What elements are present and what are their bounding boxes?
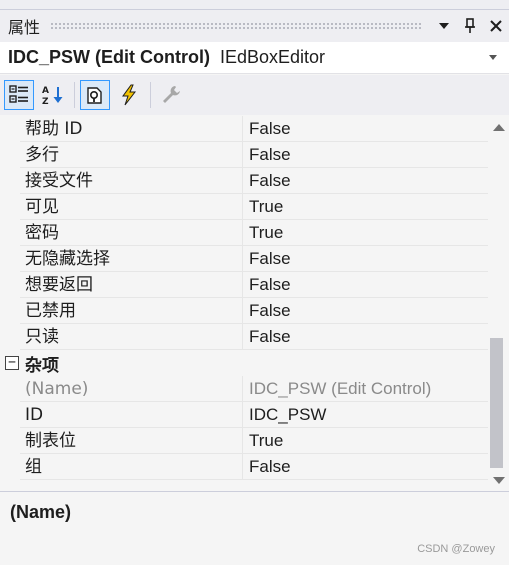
category-label: 杂项 bbox=[25, 355, 59, 376]
property-name: 只读 bbox=[20, 324, 242, 350]
lightning-icon bbox=[122, 84, 137, 106]
property-value[interactable]: False bbox=[242, 298, 488, 324]
scroll-down-arrow-icon[interactable] bbox=[493, 477, 505, 484]
property-pages-button[interactable] bbox=[156, 80, 186, 110]
property-name: 可见 bbox=[20, 194, 242, 220]
property-name: 接受文件 bbox=[20, 168, 242, 194]
sort-az-icon: A Z bbox=[42, 86, 63, 106]
chevron-down-icon[interactable] bbox=[489, 55, 497, 60]
property-rows-misc: (Name) IDC_PSW (Edit Control) ID IDC_PSW 制表位… bbox=[0, 376, 488, 480]
row-margin bbox=[0, 454, 20, 480]
property-row[interactable]: 只读 False bbox=[0, 324, 488, 350]
svg-text:A: A bbox=[42, 86, 49, 96]
row-margin bbox=[0, 428, 20, 454]
wrench-icon bbox=[163, 86, 180, 103]
scroll-up-arrow-icon[interactable] bbox=[493, 124, 505, 131]
property-name: ID bbox=[20, 402, 242, 428]
row-margin bbox=[0, 168, 20, 194]
object-selector[interactable]: IDC_PSW (Edit Control) IEdBoxEditor bbox=[0, 42, 509, 74]
property-name: 密码 bbox=[20, 220, 242, 246]
property-row[interactable]: ID IDC_PSW bbox=[0, 402, 488, 428]
dropdown-arrow-icon[interactable] bbox=[431, 13, 457, 39]
toolbar-separator bbox=[74, 82, 75, 108]
property-value[interactable]: False bbox=[242, 324, 488, 350]
panel-title: 属性 bbox=[8, 18, 41, 37]
categorized-view-button[interactable] bbox=[4, 80, 34, 110]
property-row[interactable]: 帮助 ID False bbox=[0, 116, 488, 142]
property-value[interactable]: False bbox=[242, 454, 488, 480]
property-name: 制表位 bbox=[20, 428, 242, 454]
property-grid: 帮助 ID False 多行 False 接受文件 False 可见 True 密码 True 无隐… bbox=[0, 116, 488, 480]
property-rows-behavior: 帮助 ID False 多行 False 接受文件 False 可见 True 密码 True 无隐… bbox=[0, 116, 488, 350]
drag-grip[interactable] bbox=[50, 22, 423, 30]
events-button[interactable] bbox=[114, 80, 144, 110]
properties-page-icon bbox=[87, 87, 102, 104]
property-row[interactable]: 可见 True bbox=[0, 194, 488, 220]
panel-titlebar: 属性 bbox=[0, 10, 509, 42]
property-value[interactable]: False bbox=[242, 142, 488, 168]
property-value[interactable]: True bbox=[242, 428, 488, 454]
selected-object-name: IDC_PSW (Edit Control) bbox=[8, 47, 210, 67]
property-row[interactable]: 组 False bbox=[0, 454, 488, 480]
watermark: CSDN @Zowey bbox=[417, 543, 495, 555]
property-row[interactable]: 密码 True bbox=[0, 220, 488, 246]
property-value[interactable]: False bbox=[242, 116, 488, 142]
property-name: 帮助 ID bbox=[20, 116, 242, 142]
description-title: (Name) bbox=[10, 502, 72, 522]
property-value[interactable]: True bbox=[242, 220, 488, 246]
property-name: 想要返回 bbox=[20, 272, 242, 298]
panel-top-border bbox=[0, 0, 509, 10]
property-row[interactable]: 无隐藏选择 False bbox=[0, 246, 488, 272]
property-name: 组 bbox=[20, 454, 242, 480]
row-margin bbox=[0, 402, 20, 428]
properties-button[interactable] bbox=[80, 80, 110, 110]
row-margin bbox=[0, 298, 20, 324]
alphabetical-view-button[interactable]: A Z bbox=[38, 80, 68, 110]
vertical-scrollbar[interactable] bbox=[488, 116, 509, 490]
row-margin bbox=[0, 194, 20, 220]
description-pane: (Name) CSDN @Zowey bbox=[0, 491, 509, 565]
svg-text:Z: Z bbox=[42, 97, 49, 106]
property-name: 多行 bbox=[20, 142, 242, 168]
property-value[interactable]: True bbox=[242, 194, 488, 220]
property-value[interactable]: False bbox=[242, 168, 488, 194]
row-margin bbox=[0, 376, 20, 402]
row-margin bbox=[0, 220, 20, 246]
categorized-icon bbox=[9, 85, 28, 103]
toolbar-separator bbox=[150, 82, 151, 108]
close-icon[interactable] bbox=[483, 13, 509, 39]
selected-object-type: IEdBoxEditor bbox=[219, 47, 326, 67]
property-row[interactable]: 想要返回 False bbox=[0, 272, 488, 298]
property-name: 已禁用 bbox=[20, 298, 242, 324]
property-row[interactable]: 制表位 True bbox=[0, 428, 488, 454]
property-value[interactable]: False bbox=[242, 246, 488, 272]
property-name: (Name) bbox=[20, 376, 242, 402]
scroll-thumb[interactable] bbox=[490, 338, 503, 468]
collapse-toggle[interactable]: − bbox=[5, 356, 19, 370]
property-row[interactable]: 接受文件 False bbox=[0, 168, 488, 194]
row-margin bbox=[0, 324, 20, 350]
property-row[interactable]: 已禁用 False bbox=[0, 298, 488, 324]
property-row[interactable]: 多行 False bbox=[0, 142, 488, 168]
property-value[interactable]: IDC_PSW bbox=[242, 402, 488, 428]
row-margin bbox=[0, 272, 20, 298]
property-value[interactable]: False bbox=[242, 272, 488, 298]
row-margin bbox=[0, 142, 20, 168]
category-row-misc[interactable]: − 杂项 bbox=[0, 350, 488, 376]
property-name: 无隐藏选择 bbox=[20, 246, 242, 272]
pin-icon[interactable] bbox=[457, 13, 483, 39]
properties-toolbar: A Z bbox=[0, 75, 509, 115]
row-margin bbox=[0, 246, 20, 272]
property-row[interactable]: (Name) IDC_PSW (Edit Control) bbox=[0, 376, 488, 402]
property-value[interactable]: IDC_PSW (Edit Control) bbox=[242, 376, 488, 402]
row-margin bbox=[0, 116, 20, 142]
